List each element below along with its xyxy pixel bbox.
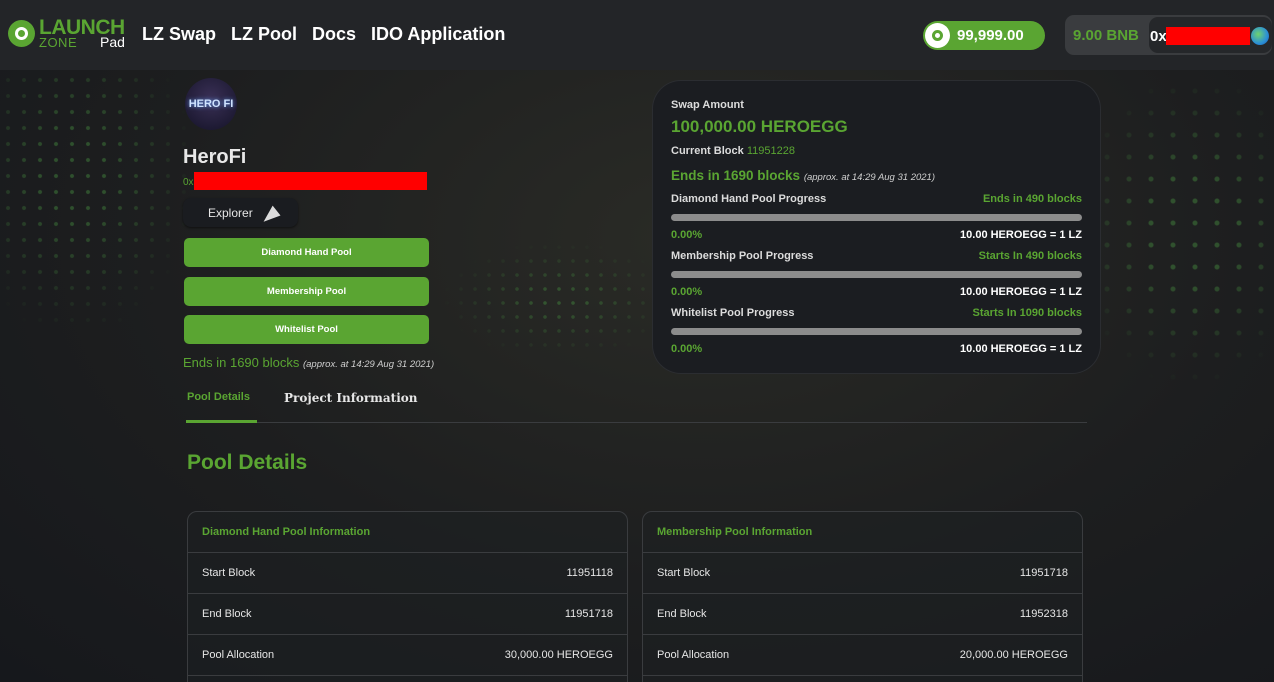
- table-row: End Block 11952318: [643, 594, 1082, 635]
- top-navbar: LAUNCH ZONE Pad LZ Swap LZ Pool Docs IDO…: [0, 0, 1274, 70]
- swap-amount-label: Swap Amount: [671, 99, 744, 111]
- whitelist-progress: Whitelist Pool Progress Starts In 1090 b…: [671, 307, 1082, 355]
- table-row: Pool Allocation 20,000.00 HEROEGG: [643, 635, 1082, 676]
- progress-name: Diamond Hand Pool Progress: [671, 193, 827, 205]
- progress-percent: 0.00%: [671, 286, 703, 298]
- bnb-balance: 9.00 BNB: [1073, 27, 1139, 44]
- row-label: Start Block: [657, 567, 711, 579]
- tab-project-information[interactable]: Project Information: [284, 391, 417, 405]
- table-row: Start Block 11951118: [188, 553, 627, 594]
- row-label: Pool Allocation: [202, 649, 275, 661]
- project-address-prefix: 0x: [183, 177, 194, 188]
- explorer-label: Explorer: [208, 205, 253, 220]
- decorative-dots: [1074, 80, 1274, 380]
- membership-pool-button[interactable]: Membership Pool: [184, 277, 429, 306]
- paper-plane-icon: [259, 203, 281, 222]
- detail-tabs: Pool Details Project Information: [186, 384, 1087, 423]
- lz-balance-value: 99,999.00: [957, 27, 1024, 44]
- logo-pad-text: Pad: [100, 34, 125, 50]
- swap-summary-card: Swap Amount 100,000.00 HEROEGG Current B…: [653, 81, 1100, 373]
- active-tab-indicator: [186, 420, 257, 423]
- wallet-button[interactable]: 9.00 BNB 0x: [1065, 15, 1272, 55]
- whitelist-pool-button[interactable]: Whitelist Pool: [184, 315, 429, 344]
- nav-lz-pool[interactable]: LZ Pool: [231, 24, 297, 45]
- nav-docs[interactable]: Docs: [312, 24, 356, 45]
- decorative-dots: [440, 240, 680, 360]
- ends-in-blocks: Ends in 1690 blocks (approx. at 14:29 Au…: [183, 355, 434, 370]
- table-row: Start Block 11951718: [643, 553, 1082, 594]
- progress-name: Whitelist Pool Progress: [671, 307, 795, 319]
- progress-percent: 0.00%: [671, 343, 703, 355]
- tab-pool-details[interactable]: Pool Details: [187, 391, 250, 403]
- progress-status: Starts In 1090 blocks: [972, 307, 1082, 319]
- progress-bar: [671, 214, 1082, 221]
- project-name: HeroFi: [183, 146, 247, 168]
- row-value: 11951718: [1019, 567, 1068, 579]
- diamond-hand-progress: Diamond Hand Pool Progress Ends in 490 b…: [671, 193, 1082, 241]
- swap-ends-approx: (approx. at 14:29 Aug 31 2021): [803, 172, 935, 183]
- progress-rate: 10.00 HEROEGG = 1 LZ: [960, 343, 1082, 355]
- progress-rate: 10.00 HEROEGG = 1 LZ: [960, 286, 1082, 298]
- info-table-title: Diamond Hand Pool Information: [188, 512, 627, 553]
- ends-in-text: Ends in 1690 blocks: [183, 355, 300, 370]
- nav-lz-swap[interactable]: LZ Swap: [142, 24, 216, 45]
- progress-rate: 10.00 HEROEGG = 1 LZ: [960, 229, 1082, 241]
- diamond-hand-pool-info-table: Diamond Hand Pool Information Start Bloc…: [187, 511, 628, 682]
- current-block-label: Current Block: [671, 145, 744, 157]
- row-value: 30,000.00 HEROEGG: [504, 649, 613, 661]
- progress-bar: [671, 271, 1082, 278]
- progress-status: Ends in 490 blocks: [982, 193, 1082, 205]
- membership-pool-info-table: Membership Pool Information Start Block …: [642, 511, 1083, 682]
- diamond-hand-pool-button[interactable]: Diamond Hand Pool: [184, 238, 429, 267]
- ends-approx-time: (approx. at 14:29 Aug 31 2021): [302, 359, 435, 370]
- section-title: Pool Details: [187, 451, 308, 474]
- current-block-value: 11951228: [746, 145, 795, 157]
- row-value: 11951718: [564, 608, 613, 620]
- row-value: 11951118: [566, 567, 614, 579]
- row-value: 11952318: [1019, 608, 1068, 620]
- row-label: Pool Allocation: [657, 649, 730, 661]
- wallet-avatar-icon: [1251, 27, 1269, 45]
- explorer-button[interactable]: Explorer: [183, 198, 298, 227]
- row-value: 20,000.00 HEROEGG: [959, 649, 1068, 661]
- progress-percent: 0.00%: [671, 229, 703, 241]
- info-table-title: Membership Pool Information: [643, 512, 1082, 553]
- table-row: End Block 11951718: [188, 594, 627, 635]
- redacted-wallet-address: [1166, 27, 1250, 45]
- progress-bar: [671, 328, 1082, 335]
- membership-progress: Membership Pool Progress Starts In 490 b…: [671, 250, 1082, 298]
- swap-ends-in: Ends in 1690 blocks (approx. at 14:29 Au…: [671, 168, 935, 183]
- main-nav: LZ Swap LZ Pool Docs IDO Application: [142, 24, 505, 45]
- progress-name: Membership Pool Progress: [671, 250, 814, 262]
- lz-token-icon: [925, 23, 950, 48]
- row-label: End Block: [202, 608, 252, 620]
- redacted-project-address: [194, 172, 427, 190]
- logo-zone-text: ZONE: [39, 35, 78, 50]
- launchzone-logo-icon: [8, 20, 35, 47]
- herofi-logo-text: HERO FI: [188, 98, 234, 110]
- swap-ends-text: Ends in 1690 blocks: [671, 168, 801, 183]
- wallet-address-chip[interactable]: 0x: [1149, 17, 1272, 53]
- wallet-address-prefix: 0x: [1150, 28, 1167, 45]
- herofi-logo: HERO FI: [185, 78, 237, 130]
- launchzone-logo[interactable]: LAUNCH ZONE Pad: [8, 16, 130, 51]
- swap-amount-value: 100,000.00 HEROEGG: [671, 117, 848, 136]
- table-row: Pool Allocation 30,000.00 HEROEGG: [188, 635, 627, 676]
- progress-status: Starts In 490 blocks: [978, 250, 1082, 262]
- nav-ido-application[interactable]: IDO Application: [371, 24, 505, 45]
- lz-balance-button[interactable]: 99,999.00: [923, 21, 1045, 50]
- row-label: Start Block: [202, 567, 256, 579]
- row-label: End Block: [657, 608, 707, 620]
- decorative-dots: [0, 72, 190, 332]
- current-block: Current Block 11951228: [671, 145, 795, 157]
